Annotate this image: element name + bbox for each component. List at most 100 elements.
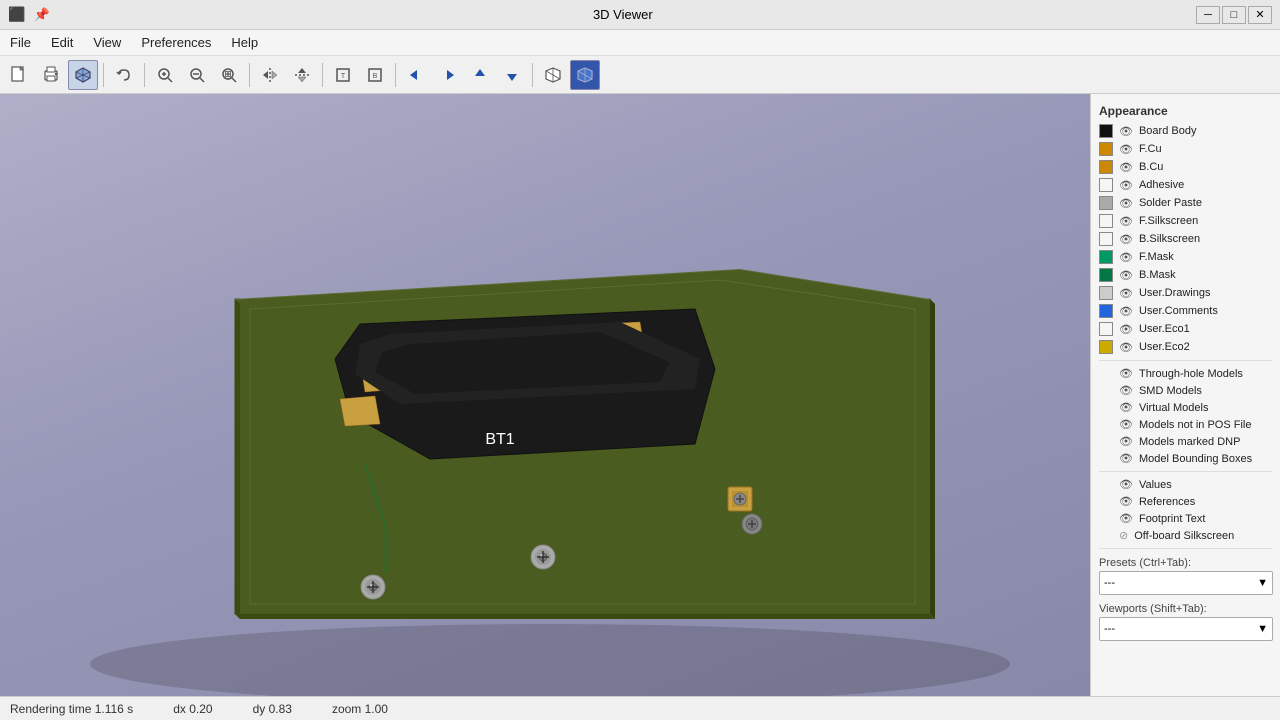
layer-f-silkscreen[interactable]: 👁 F.Silkscreen	[1091, 212, 1280, 230]
adhesive-vis-icon[interactable]: 👁	[1119, 179, 1133, 192]
board-body-vis-icon[interactable]: 👁	[1119, 125, 1133, 138]
layer-b-silkscreen[interactable]: 👁 B.Silkscreen	[1091, 230, 1280, 248]
nav-down-button[interactable]	[497, 60, 527, 90]
sep3	[249, 63, 250, 87]
references-vis-icon[interactable]: 👁	[1119, 495, 1133, 508]
zoom-value: zoom 1.00	[332, 702, 388, 716]
layer-adhesive[interactable]: 👁 Adhesive	[1091, 176, 1280, 194]
board-scene: BT1	[0, 94, 1090, 696]
virtual-vis-icon[interactable]: 👁	[1119, 401, 1133, 414]
solder-paste-label: Solder Paste	[1139, 197, 1202, 209]
titlebar-title: 3D Viewer	[50, 7, 1196, 22]
text-references[interactable]: 👁 References	[1091, 493, 1280, 510]
nav-right-button[interactable]	[433, 60, 463, 90]
user-drawings-label: User.Drawings	[1139, 287, 1211, 299]
board-body-label: Board Body	[1139, 125, 1196, 137]
model-marked-dnp[interactable]: 👁 Models marked DNP	[1091, 433, 1280, 450]
dy-value: dy 0.83	[253, 702, 292, 716]
model-virtual[interactable]: 👁 Virtual Models	[1091, 399, 1280, 416]
model-not-in-pos[interactable]: 👁 Models not in POS File	[1091, 416, 1280, 433]
through-hole-vis-icon[interactable]: 👁	[1119, 367, 1133, 380]
svg-text:T: T	[341, 73, 346, 80]
main-area: BT1	[0, 94, 1280, 696]
text-footprint[interactable]: 👁 Footprint Text	[1091, 510, 1280, 527]
view-top-button[interactable]: T	[328, 60, 358, 90]
smd-vis-icon[interactable]: 👁	[1119, 384, 1133, 397]
model-bounding-boxes[interactable]: 👁 Model Bounding Boxes	[1091, 450, 1280, 467]
user-drawings-vis-icon[interactable]: 👁	[1119, 287, 1133, 300]
b-mask-vis-icon[interactable]: 👁	[1119, 269, 1133, 282]
user-eco2-vis-icon[interactable]: 👁	[1119, 341, 1133, 354]
view-bottom-button[interactable]: B	[360, 60, 390, 90]
menu-preferences[interactable]: Preferences	[131, 32, 221, 53]
not-in-pos-vis-icon[interactable]: 👁	[1119, 418, 1133, 431]
close-button[interactable]: ✕	[1248, 6, 1272, 24]
layer-user-comments[interactable]: 👁 User.Comments	[1091, 302, 1280, 320]
f-mask-label: F.Mask	[1139, 251, 1174, 263]
menu-file[interactable]: File	[0, 32, 41, 53]
3d-view-button[interactable]	[68, 60, 98, 90]
layer-fcu[interactable]: 👁 F.Cu	[1091, 140, 1280, 158]
layer-f-mask[interactable]: 👁 F.Mask	[1091, 248, 1280, 266]
zoom-out-button[interactable]	[182, 60, 212, 90]
fcu-vis-icon[interactable]: 👁	[1119, 143, 1133, 156]
new-button[interactable]	[4, 60, 34, 90]
user-eco1-vis-icon[interactable]: 👁	[1119, 323, 1133, 336]
titlebar-left: ⬛ 📌	[8, 6, 50, 23]
f-mask-vis-icon[interactable]: 👁	[1119, 251, 1133, 264]
viewports-chevron-icon: ▼	[1257, 623, 1268, 635]
print-button[interactable]	[36, 60, 66, 90]
presets-dropdown[interactable]: --- ▼	[1099, 571, 1273, 595]
b-silk-label: B.Silkscreen	[1139, 233, 1200, 245]
presets-value: ---	[1104, 577, 1115, 589]
menu-view[interactable]: View	[83, 32, 131, 53]
undo-button[interactable]	[109, 60, 139, 90]
virtual-label: Virtual Models	[1139, 402, 1209, 414]
zoom-fit-button[interactable]	[214, 60, 244, 90]
statusbar: Rendering time 1.116 s dx 0.20 dy 0.83 z…	[0, 696, 1280, 720]
layer-user-eco2[interactable]: 👁 User.Eco2	[1091, 338, 1280, 356]
text-offboard-silkscreen[interactable]: ⊘ Off-board Silkscreen	[1091, 527, 1280, 544]
layer-b-mask[interactable]: 👁 B.Mask	[1091, 266, 1280, 284]
model-smd[interactable]: 👁 SMD Models	[1091, 382, 1280, 399]
layer-user-drawings[interactable]: 👁 User.Drawings	[1091, 284, 1280, 302]
layer-bcu[interactable]: 👁 B.Cu	[1091, 158, 1280, 176]
rendering-time: Rendering time 1.116 s	[10, 702, 133, 716]
bounding-boxes-vis-icon[interactable]: 👁	[1119, 452, 1133, 465]
3d-viewport[interactable]: BT1	[0, 94, 1090, 696]
fcu-label: F.Cu	[1139, 143, 1162, 155]
mirror-y-button[interactable]	[287, 60, 317, 90]
f-mask-swatch	[1099, 250, 1113, 264]
nav-left-button[interactable]	[401, 60, 431, 90]
footprint-text-vis-icon[interactable]: 👁	[1119, 512, 1133, 525]
raytrace-button[interactable]	[570, 60, 600, 90]
viewports-label: Viewports (Shift+Tab):	[1099, 603, 1272, 615]
user-comments-vis-icon[interactable]: 👁	[1119, 305, 1133, 318]
solder-paste-swatch	[1099, 196, 1113, 210]
f-silk-vis-icon[interactable]: 👁	[1119, 215, 1133, 228]
menu-help[interactable]: Help	[221, 32, 268, 53]
b-silk-vis-icon[interactable]: 👁	[1119, 233, 1133, 246]
viewports-dropdown[interactable]: --- ▼	[1099, 617, 1273, 641]
bounding-boxes-label: Model Bounding Boxes	[1139, 453, 1252, 465]
values-vis-icon[interactable]: 👁	[1119, 478, 1133, 491]
zoom-in-button[interactable]	[150, 60, 180, 90]
view-box-button[interactable]	[538, 60, 568, 90]
offboard-silk-label: Off-board Silkscreen	[1134, 530, 1234, 542]
user-eco2-label: User.Eco2	[1139, 341, 1190, 353]
mirror-x-button[interactable]	[255, 60, 285, 90]
solder-paste-vis-icon[interactable]: 👁	[1119, 197, 1133, 210]
layer-user-eco1[interactable]: 👁 User.Eco1	[1091, 320, 1280, 338]
menu-edit[interactable]: Edit	[41, 32, 83, 53]
marked-dnp-vis-icon[interactable]: 👁	[1119, 435, 1133, 448]
nav-up-button[interactable]	[465, 60, 495, 90]
viewports-row: Viewports (Shift+Tab): --- ▼	[1091, 599, 1280, 645]
layer-board-body[interactable]: 👁 Board Body	[1091, 122, 1280, 140]
layer-solder-paste[interactable]: 👁 Solder Paste	[1091, 194, 1280, 212]
bcu-vis-icon[interactable]: 👁	[1119, 161, 1133, 174]
divider3	[1099, 548, 1272, 549]
text-values[interactable]: 👁 Values	[1091, 476, 1280, 493]
minimize-button[interactable]: ─	[1196, 6, 1220, 24]
model-through-hole[interactable]: 👁 Through-hole Models	[1091, 365, 1280, 382]
maximize-button[interactable]: □	[1222, 6, 1246, 24]
